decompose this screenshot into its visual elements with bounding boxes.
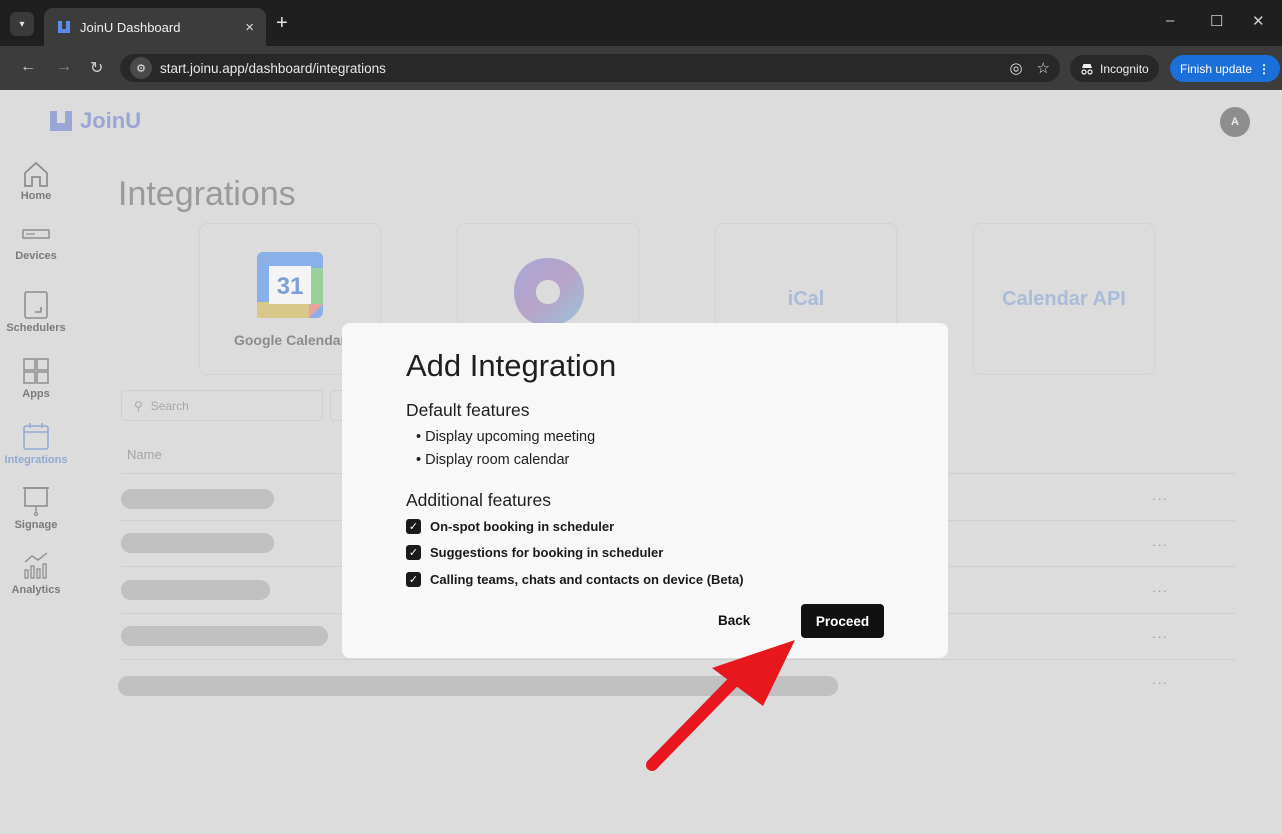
sidebar-item-label: Apps <box>22 388 50 400</box>
microsoft-365-icon <box>514 258 584 326</box>
apps-icon <box>23 358 49 384</box>
browser-titlebar: ▾ JoinU Dashboard × + – ☐ ✕ <box>0 0 1282 46</box>
page-title: Integrations <box>118 175 296 213</box>
reload-icon[interactable]: ↻ <box>90 58 103 78</box>
app-logo[interactable]: JoinU <box>48 108 141 134</box>
new-tab-button[interactable]: + <box>276 12 288 35</box>
tab-search-button[interactable]: ▾ <box>10 12 34 36</box>
signage-icon <box>23 487 49 517</box>
close-window-button[interactable]: ✕ <box>1252 12 1265 30</box>
table-divider <box>121 659 1235 660</box>
sidebar-item-label: Integrations <box>4 454 68 466</box>
row-menu-icon[interactable]: ··· <box>1152 629 1168 644</box>
table-row-placeholder <box>118 676 838 696</box>
checkbox-label: Calling teams, chats and contacts on dev… <box>430 572 744 587</box>
sidebar-item-label: Signage <box>14 519 58 531</box>
integration-label: Google Calendar <box>233 332 347 348</box>
name-column-header: Name <box>127 447 162 462</box>
sidebar-item-label: Home <box>20 190 52 202</box>
maximize-button[interactable]: ☐ <box>1210 12 1223 30</box>
checkbox-checked-icon[interactable]: ✓ <box>406 572 421 587</box>
checkbox-checked-icon[interactable]: ✓ <box>406 519 421 534</box>
address-bar[interactable]: ⚙ start.joinu.app/dashboard/integrations… <box>120 54 1060 82</box>
search-input[interactable]: ⚲ Search <box>121 390 323 421</box>
browser-toolbar: ← → ↻ ⚙ start.joinu.app/dashboard/integr… <box>0 46 1282 90</box>
avatar[interactable]: A <box>1220 107 1250 137</box>
integration-card-calendar-api[interactable]: Calendar API <box>973 223 1155 375</box>
row-menu-icon[interactable]: ··· <box>1152 583 1168 598</box>
analytics-icon <box>24 552 48 579</box>
additional-features-heading: Additional features <box>406 490 551 510</box>
devices-icon <box>22 229 50 239</box>
forward-arrow-icon[interactable]: → <box>56 58 72 76</box>
table-row-placeholder <box>121 626 328 646</box>
default-feature-label: Display upcoming meeting <box>425 429 596 445</box>
back-button[interactable]: Back <box>718 613 750 628</box>
integration-label: Calendar API <box>1002 287 1126 310</box>
sidebar-item-integrations[interactable]: Integrations <box>4 420 68 466</box>
incognito-label: Incognito <box>1100 61 1149 76</box>
back-arrow-icon[interactable]: ← <box>20 58 36 76</box>
sidebar-item-label: Analytics <box>11 584 61 596</box>
search-placeholder: Search <box>150 398 189 413</box>
schedulers-icon <box>24 291 48 319</box>
star-icon[interactable]: ☆ <box>1037 59 1050 77</box>
sidebar-item-signage[interactable]: Signage <box>6 485 66 531</box>
proceed-button[interactable]: Proceed <box>801 604 884 638</box>
sidebar-item-devices[interactable]: Devices <box>6 226 66 262</box>
add-integration-dialog: Add Integration Default features • Displ… <box>342 323 948 658</box>
google-calendar-icon: 31 <box>257 252 323 318</box>
default-features-heading: Default features <box>406 400 530 420</box>
dialog-title: Add Integration <box>406 348 617 383</box>
checkbox-label: On-spot booking in scheduler <box>430 519 615 534</box>
default-feature-item: • Display upcoming meeting <box>416 429 596 445</box>
sidebar-item-schedulers[interactable]: Schedulers <box>6 288 66 334</box>
minimize-button[interactable]: – <box>1166 12 1174 29</box>
calendar-icon <box>23 423 49 450</box>
kebab-menu-icon: ⋮ <box>1258 61 1271 76</box>
google-calendar-day-text: 31 <box>277 273 304 300</box>
table-row-placeholder <box>121 533 274 553</box>
row-menu-icon[interactable]: ··· <box>1152 537 1168 552</box>
feature-checkbox-booking-suggestions[interactable]: ✓ Suggestions for booking in scheduler <box>406 545 663 560</box>
sidebar-item-label: Schedulers <box>6 322 66 334</box>
row-menu-icon[interactable]: ··· <box>1152 491 1168 506</box>
table-row-placeholder <box>121 489 274 509</box>
home-icon <box>24 161 48 187</box>
incognito-icon <box>1081 63 1093 75</box>
logo-text: JoinU <box>80 108 142 133</box>
search-icon: ⚲ <box>134 398 143 413</box>
default-feature-item: • Display room calendar <box>416 452 570 468</box>
checkbox-label: Suggestions for booking in scheduler <box>430 545 664 560</box>
feature-checkbox-on-spot-booking[interactable]: ✓ On-spot booking in scheduler <box>406 519 614 534</box>
sidebar-item-analytics[interactable]: Analytics <box>6 550 66 596</box>
feature-checkbox-calling-teams[interactable]: ✓ Calling teams, chats and contacts on d… <box>406 572 744 587</box>
tab-close-icon[interactable]: × <box>245 19 254 36</box>
finish-update-button[interactable]: Finish update ⋮ <box>1170 55 1281 82</box>
sidebar-item-apps[interactable]: Apps <box>6 356 66 400</box>
joinu-logo-icon <box>50 111 72 131</box>
url-text[interactable]: start.joinu.app/dashboard/integrations <box>160 61 995 76</box>
finish-update-label: Finish update <box>1180 61 1253 76</box>
site-info-icon[interactable]: ⚙ <box>130 57 152 79</box>
table-row-placeholder <box>121 580 270 600</box>
joinu-favicon-icon <box>58 21 70 33</box>
row-menu-icon[interactable]: ··· <box>1152 675 1168 690</box>
browser-tab[interactable]: JoinU Dashboard × <box>44 8 266 46</box>
eye-slash-icon[interactable]: ◎ <box>1009 59 1022 77</box>
sidebar-item-home[interactable]: Home <box>6 160 66 202</box>
checkbox-checked-icon[interactable]: ✓ <box>406 545 421 560</box>
sidebar-item-label: Devices <box>15 250 57 262</box>
default-feature-label: Display room calendar <box>425 452 570 468</box>
incognito-badge[interactable]: Incognito <box>1070 55 1159 82</box>
tab-title: JoinU Dashboard <box>80 19 181 35</box>
integration-label: iCal <box>787 287 825 310</box>
